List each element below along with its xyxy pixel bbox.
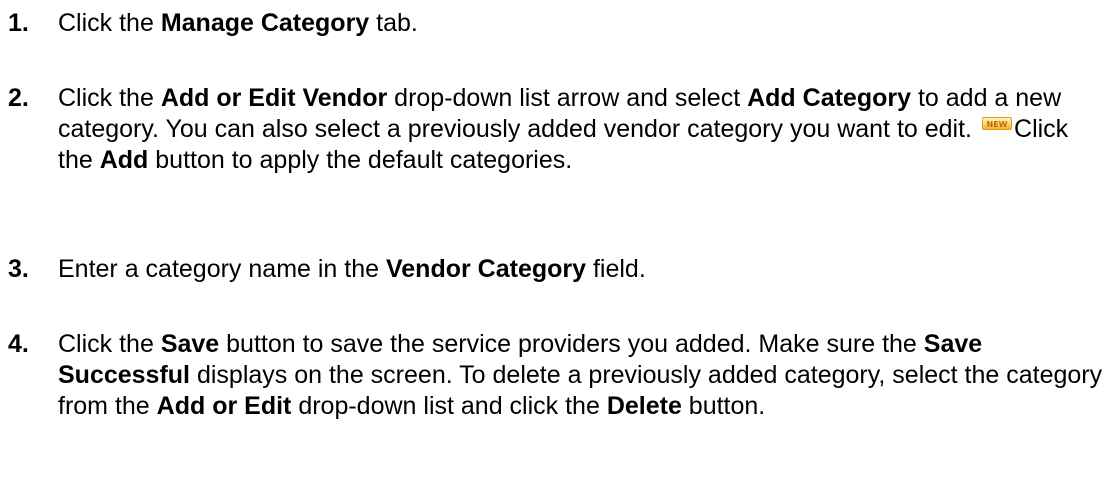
step-text-run: drop-down list and click the: [291, 392, 607, 420]
step-text-run: tab.: [369, 9, 418, 37]
ui-term-add-or-edit: Add or Edit: [156, 392, 292, 420]
step-2: 2. Click the Add or Edit Vendor drop-dow…: [8, 83, 1108, 176]
step-text-run: button to apply the default categories.: [148, 146, 573, 174]
new-badge-icon: NEW: [982, 117, 1013, 130]
ui-term-delete: Delete: [606, 392, 682, 420]
step-text: Click the Save button to save the servic…: [58, 329, 1108, 422]
step-number: 3.: [8, 255, 29, 283]
ui-term-vendor-category: Vendor Category: [385, 255, 587, 283]
ui-term-manage-category: Manage Category: [160, 9, 370, 37]
step-1: 1. Click the Manage Category tab.: [8, 8, 1108, 39]
step-3: 3. Enter a category name in the Vendor C…: [8, 254, 1108, 285]
step-text: Click the Manage Category tab.: [58, 8, 1108, 39]
step-number: 2.: [8, 84, 29, 112]
step-text-run: button to save the service providers you…: [219, 330, 924, 358]
step-4: 4. Click the Save button to save the ser…: [8, 329, 1108, 422]
ui-term-add-or-edit-vendor: Add or Edit Vendor: [160, 84, 388, 112]
step-text-run: drop-down list arrow and select: [387, 84, 748, 112]
step-text-run: Click the: [58, 84, 161, 112]
ui-term-save: Save: [160, 330, 220, 358]
step-text-run: Click the: [58, 330, 161, 358]
step-number: 4.: [8, 330, 29, 358]
step-text: Enter a category name in the Vendor Cate…: [58, 254, 1108, 285]
step-text-run: field.: [586, 255, 646, 283]
ui-term-add-category: Add Category: [747, 84, 912, 112]
step-number: 1.: [8, 9, 29, 37]
step-text-run: button.: [681, 392, 766, 420]
step-text-run: Enter a category name in the: [58, 255, 386, 283]
step-text-run: Click the: [58, 9, 161, 37]
step-text: Click the Add or Edit Vendor drop-down l…: [58, 83, 1108, 176]
ui-term-add: Add: [99, 146, 149, 174]
